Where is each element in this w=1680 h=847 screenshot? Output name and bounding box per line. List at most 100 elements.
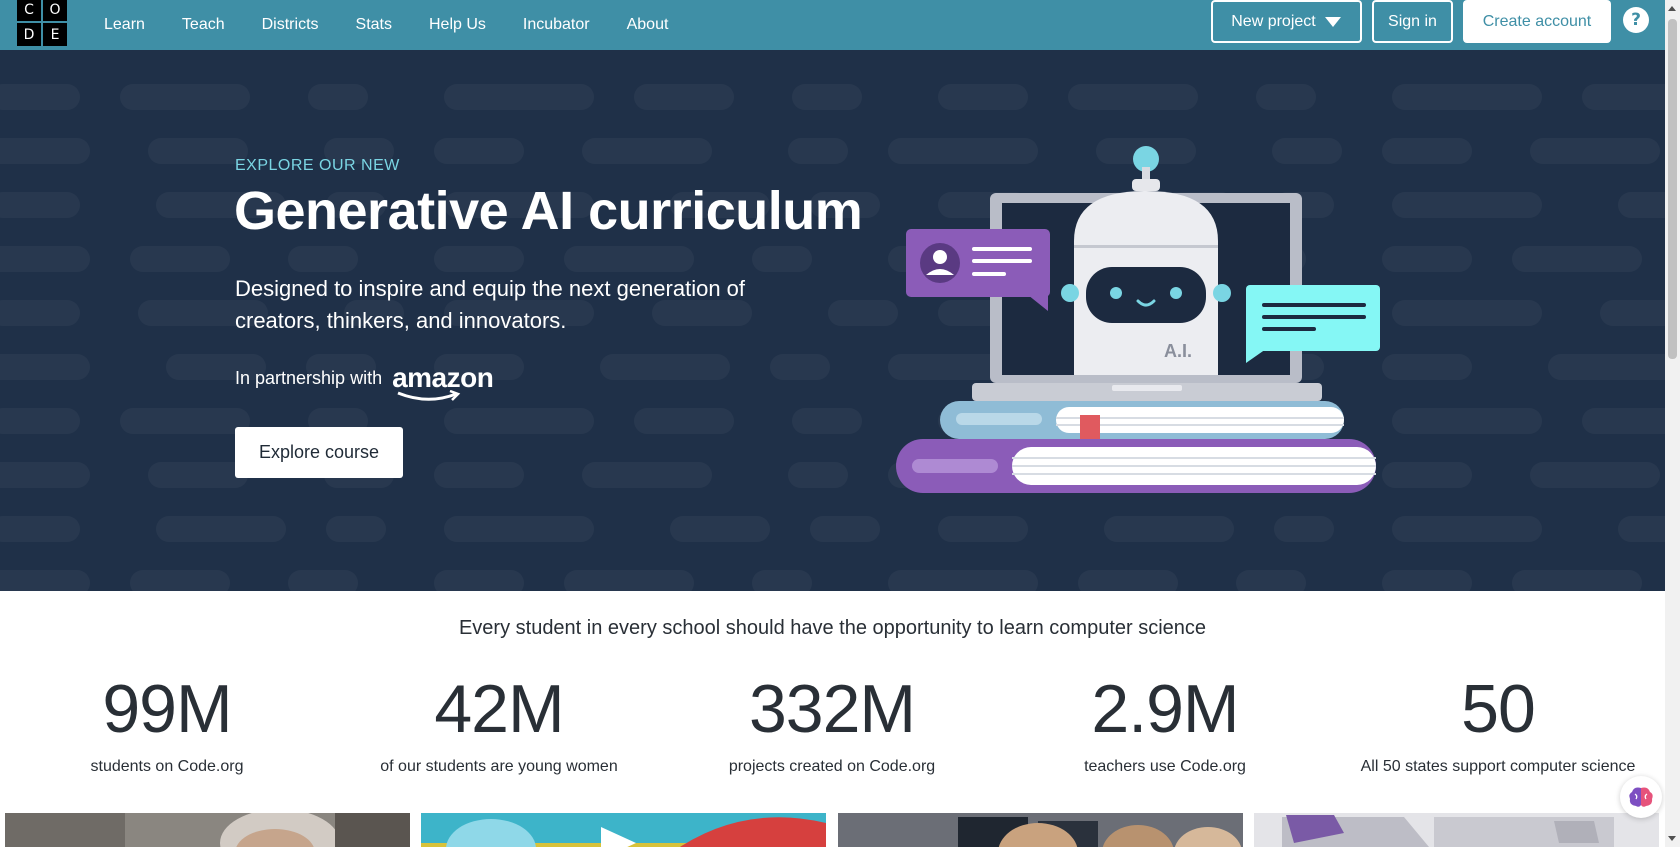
background-pill: [444, 84, 594, 110]
amazon-smile-icon: [397, 390, 461, 401]
background-pill: [1512, 246, 1642, 272]
background-pill: [288, 246, 358, 272]
nav-link-stats[interactable]: Stats: [356, 16, 392, 34]
background-pill: [634, 408, 734, 434]
background-pill: [148, 462, 248, 488]
background-pill: [0, 408, 80, 434]
create-account-button[interactable]: Create account: [1463, 0, 1611, 43]
background-pill: [0, 246, 90, 272]
code-org-logo[interactable]: C O D E: [17, 0, 67, 46]
photo-card-classroom[interactable]: [838, 813, 1243, 847]
nav-link-teach[interactable]: Teach: [182, 16, 225, 34]
stat-teachers: 2.9M teachers use Code.org: [998, 672, 1332, 776]
scroll-thumb[interactable]: [1668, 19, 1677, 359]
logo-letter: D: [17, 23, 41, 46]
us-map-image: [1254, 813, 1659, 847]
background-pill: [120, 84, 250, 110]
stat-students: 99M students on Code.org: [0, 672, 334, 776]
background-pill: [444, 408, 594, 434]
logo-letter: E: [43, 23, 67, 46]
background-pill: [792, 84, 862, 110]
background-pill: [326, 516, 386, 542]
scroll-up-arrow-icon[interactable]: [1668, 6, 1676, 11]
background-pill: [564, 570, 694, 591]
stat-value: 50: [1461, 671, 1536, 747]
stat-projects: 332M projects created on Code.org: [665, 672, 999, 776]
background-pill: [1382, 138, 1472, 164]
hero-title: Generative AI curriculum: [234, 181, 863, 241]
nav-link-incubator[interactable]: Incubator: [523, 16, 590, 34]
explore-course-button[interactable]: Explore course: [235, 427, 403, 478]
brain-icon: [1629, 787, 1653, 807]
robot-eye-right: [1170, 287, 1182, 299]
background-pill: [0, 516, 80, 542]
amazon-logo-text: amazon: [392, 362, 494, 393]
background-pill: [828, 300, 898, 326]
amazon-logo: amazon: [392, 362, 494, 401]
background-pill: [0, 570, 90, 591]
background-pill: [0, 462, 90, 488]
stat-value: 2.9M: [1091, 671, 1239, 747]
background-pill: [0, 138, 90, 164]
background-pill: [582, 462, 712, 488]
background-pill: [0, 300, 80, 326]
background-pill: [1382, 354, 1472, 380]
background-pill: [0, 84, 80, 110]
background-pill: [770, 354, 830, 380]
stat-label: All 50 states support computer science: [1360, 758, 1636, 775]
photo-card-student[interactable]: [5, 813, 410, 847]
sign-in-button[interactable]: Sign in: [1372, 0, 1453, 43]
nav-link-learn[interactable]: Learn: [104, 16, 145, 34]
background-pill: [634, 84, 734, 110]
background-pill: [0, 192, 80, 218]
background-pill: [1392, 192, 1542, 218]
background-pill: [0, 354, 90, 380]
photo-card-us-map[interactable]: [1254, 813, 1659, 847]
help-icon[interactable]: ?: [1623, 7, 1649, 33]
hero-eyebrow: EXPLORE OUR NEW: [235, 157, 400, 174]
stat-young-women: 42M of our students are young women: [332, 672, 666, 776]
background-pill: [1530, 462, 1660, 488]
background-pill: [434, 462, 524, 488]
robot-eye-left: [1110, 287, 1122, 299]
stat-states: 50 All 50 states support computer scienc…: [1331, 672, 1665, 776]
robot-ear-left: [1061, 284, 1079, 302]
page-scrollbar[interactable]: [1665, 0, 1680, 847]
game-screenshot: [421, 813, 826, 847]
top-nav: C O D E Learn Teach Districts Stats Help…: [0, 0, 1665, 50]
stat-value: 332M: [748, 671, 916, 747]
brain-helper-button[interactable]: [1620, 776, 1662, 818]
stat-value: 99M: [102, 671, 232, 747]
partnership-text: In partnership with: [235, 367, 383, 388]
student-photo: [5, 813, 410, 847]
robot-ear-right: [1213, 284, 1231, 302]
background-pill: [1068, 84, 1198, 110]
background-pill: [792, 408, 862, 434]
stat-label: projects created on Code.org: [728, 758, 936, 775]
new-project-button[interactable]: New project: [1211, 0, 1362, 43]
background-pill: [1392, 408, 1542, 434]
scroll-down-arrow-icon[interactable]: [1668, 836, 1676, 841]
background-pill: [1392, 300, 1542, 326]
background-pill: [1600, 300, 1665, 326]
background-pill: [1382, 570, 1472, 591]
stat-label: teachers use Code.org: [1084, 758, 1246, 775]
nav-link-help-us[interactable]: Help Us: [429, 16, 486, 34]
background-pill: [1512, 570, 1642, 591]
caret-down-icon: [1324, 16, 1341, 27]
background-pill: [434, 570, 524, 591]
photo-card-game[interactable]: [421, 813, 826, 847]
nav-link-about[interactable]: About: [627, 16, 669, 34]
background-pill: [308, 84, 368, 110]
partnership-line: In partnership with amazon: [235, 362, 494, 401]
ai-robot-illustration: A.I.: [896, 146, 1380, 493]
mission-statement: Every student in every school should hav…: [458, 617, 1207, 639]
background-pill: [120, 408, 250, 434]
background-pill: [564, 246, 694, 272]
background-pill: [1618, 192, 1665, 218]
laptop-trackpad: [1112, 385, 1182, 391]
background-pill: [888, 570, 1038, 591]
nav-link-districts[interactable]: Districts: [262, 16, 319, 34]
background-pill: [1618, 516, 1665, 542]
stat-value: 42M: [434, 671, 564, 747]
